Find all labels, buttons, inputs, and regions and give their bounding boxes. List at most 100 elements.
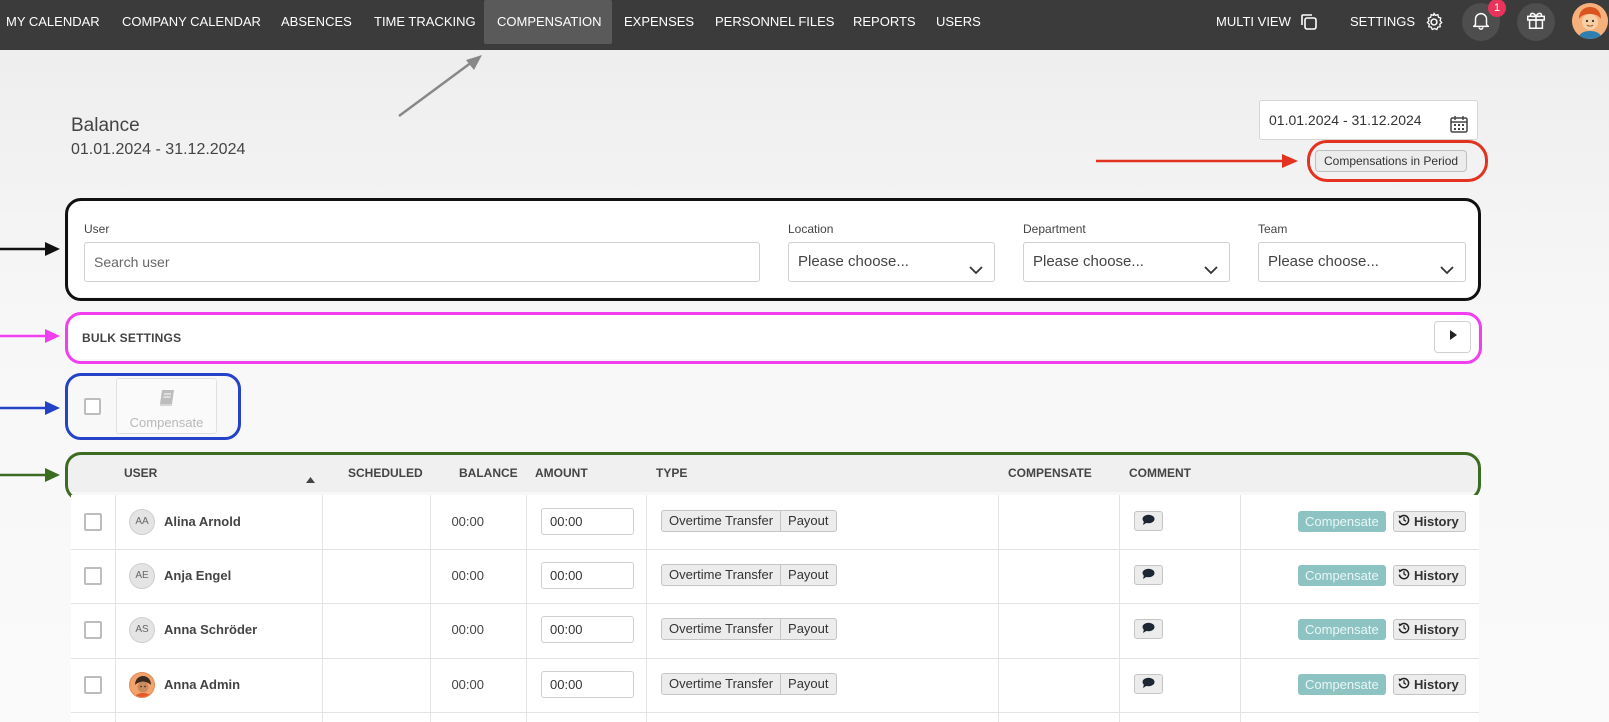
history-button[interactable]: History [1393, 619, 1466, 640]
type-overtime-transfer-button[interactable]: Overtime Transfer [661, 564, 782, 586]
annotation-arrow-magenta [0, 329, 60, 343]
type-payout-button[interactable]: Payout [781, 564, 837, 586]
chevron-down-icon [1203, 255, 1219, 293]
location-select-value: Please choose... [798, 253, 909, 270]
type-overtime-transfer-button[interactable]: Overtime Transfer [661, 510, 782, 532]
user-avatar[interactable] [1572, 3, 1608, 39]
nav-expenses[interactable]: EXPENSES [611, 0, 707, 44]
history-label: History [1414, 514, 1459, 529]
comment-button[interactable] [1134, 565, 1163, 585]
search-user-input[interactable]: Search user [84, 242, 760, 282]
row-divider [71, 712, 1479, 713]
user-name[interactable]: Anna Admin [164, 677, 240, 692]
nav-reports[interactable]: REPORTS [840, 0, 929, 44]
location-select[interactable]: Please choose... [788, 242, 995, 282]
history-button[interactable]: History [1393, 674, 1466, 695]
date-range-picker[interactable]: 01.01.2024 - 31.12.2024 [1259, 100, 1478, 140]
nav-my-calendar[interactable]: MY CALENDAR [0, 0, 113, 44]
chevron-down-icon [968, 255, 984, 293]
compensate-button[interactable]: Compensate [1298, 674, 1386, 695]
team-select[interactable]: Please choose... [1258, 242, 1466, 282]
type-payout-button[interactable]: Payout [781, 673, 837, 695]
amount-input[interactable]: 00:00 [541, 616, 634, 643]
row-checkbox[interactable] [84, 567, 102, 585]
type-toggle: Overtime Transfer Payout [661, 564, 837, 586]
annotation-arrow-red [1096, 154, 1298, 168]
table-row: AA Alina Arnold 00:00 00:00 00:00 Overti… [71, 495, 1479, 549]
row-checkbox[interactable] [84, 676, 102, 694]
select-all-checkbox[interactable] [84, 398, 101, 415]
history-icon [1398, 675, 1410, 694]
copy-icon [1299, 12, 1319, 32]
comment-button[interactable] [1134, 511, 1163, 531]
comment-icon [1142, 512, 1155, 530]
type-overtime-transfer-button[interactable]: Overtime Transfer [661, 618, 782, 640]
column-header-scheduled: SCHEDULED [348, 466, 423, 480]
notification-count-badge: 1 [1488, 0, 1506, 17]
nav-company-calendar[interactable]: COMPANY CALENDAR [109, 0, 274, 44]
bulk-settings-toggle[interactable] [1434, 321, 1471, 353]
type-toggle: Overtime Transfer Payout [661, 618, 837, 640]
comment-button[interactable] [1134, 674, 1163, 694]
history-button[interactable]: History [1393, 511, 1466, 532]
sort-ascending-icon[interactable] [306, 470, 315, 488]
history-label: History [1414, 568, 1459, 583]
nav-personnel-files[interactable]: PERSONNEL FILES [702, 0, 847, 44]
date-range-value: 01.01.2024 - 31.12.2024 [1269, 112, 1422, 128]
department-filter-label: Department [1023, 222, 1086, 236]
page-period: 01.01.2024 - 31.12.2024 [71, 141, 246, 158]
nav-absences[interactable]: ABSENCES [268, 0, 365, 44]
history-label: History [1414, 622, 1459, 637]
team-filter-label: Team [1258, 222, 1288, 236]
type-payout-button[interactable]: Payout [781, 618, 837, 640]
table-row: Anna Admin 00:00 00:00 00:00 Overtime Tr… [71, 658, 1479, 712]
column-header-comment: COMMENT [1129, 466, 1191, 480]
avatar: AA [129, 509, 155, 535]
location-filter-label: Location [788, 222, 834, 236]
nav-users[interactable]: USERS [923, 0, 994, 44]
user-name[interactable]: Alina Arnold [164, 514, 241, 529]
row-checkbox[interactable] [84, 513, 102, 531]
comment-button[interactable] [1134, 619, 1163, 639]
table-row: AE Anja Engel 00:00 00:00 00:00 Overtime… [71, 549, 1479, 603]
compensate-button[interactable]: Compensate [1298, 619, 1386, 640]
nav-time-tracking[interactable]: TIME TRACKING [361, 0, 489, 44]
user-name[interactable]: Anja Engel [164, 568, 231, 583]
book-icon [157, 389, 177, 412]
annotation-arrow-blue [0, 401, 60, 415]
comment-icon [1142, 566, 1155, 584]
department-select-value: Please choose... [1033, 253, 1144, 270]
avatar [129, 672, 155, 698]
history-icon [1398, 566, 1410, 585]
amount-input[interactable]: 00:00 [541, 671, 634, 698]
annotation-arrow-green [0, 468, 60, 482]
amount-input[interactable]: 00:00 [541, 508, 634, 535]
bulk-compensate-button[interactable]: Compensate [116, 378, 217, 434]
gift-button[interactable] [1517, 3, 1555, 41]
caret-right-icon [1448, 328, 1458, 346]
notifications-button[interactable]: 1 [1462, 0, 1506, 41]
nav-compensation[interactable]: COMPENSATION [484, 0, 612, 44]
compensations-in-period-button[interactable]: Compensations in Period [1315, 150, 1468, 172]
history-icon [1398, 512, 1410, 531]
settings-label: SETTINGS [1350, 14, 1416, 29]
department-select[interactable]: Please choose... [1023, 242, 1230, 282]
comment-icon [1142, 675, 1155, 693]
compensate-button[interactable]: Compensate [1298, 565, 1386, 586]
compensate-button[interactable]: Compensate [1298, 511, 1386, 532]
type-payout-button[interactable]: Payout [781, 510, 837, 532]
history-label: History [1414, 677, 1459, 692]
amount-input[interactable]: 00:00 [541, 562, 634, 589]
multi-view-button[interactable]: MULTI VIEW [1216, 0, 1319, 44]
user-name[interactable]: Anna Schröder [164, 622, 257, 637]
history-icon [1398, 620, 1410, 639]
annotation-arrow-gray [398, 55, 482, 118]
avatar: AE [129, 563, 155, 589]
type-overtime-transfer-button[interactable]: Overtime Transfer [661, 673, 782, 695]
row-checkbox[interactable] [84, 621, 102, 639]
type-toggle: Overtime Transfer Payout [661, 510, 837, 532]
column-header-user[interactable]: USER [124, 466, 157, 480]
annotation-box-green [65, 452, 1481, 501]
settings-button[interactable]: SETTINGS [1350, 0, 1445, 44]
history-button[interactable]: History [1393, 565, 1466, 586]
